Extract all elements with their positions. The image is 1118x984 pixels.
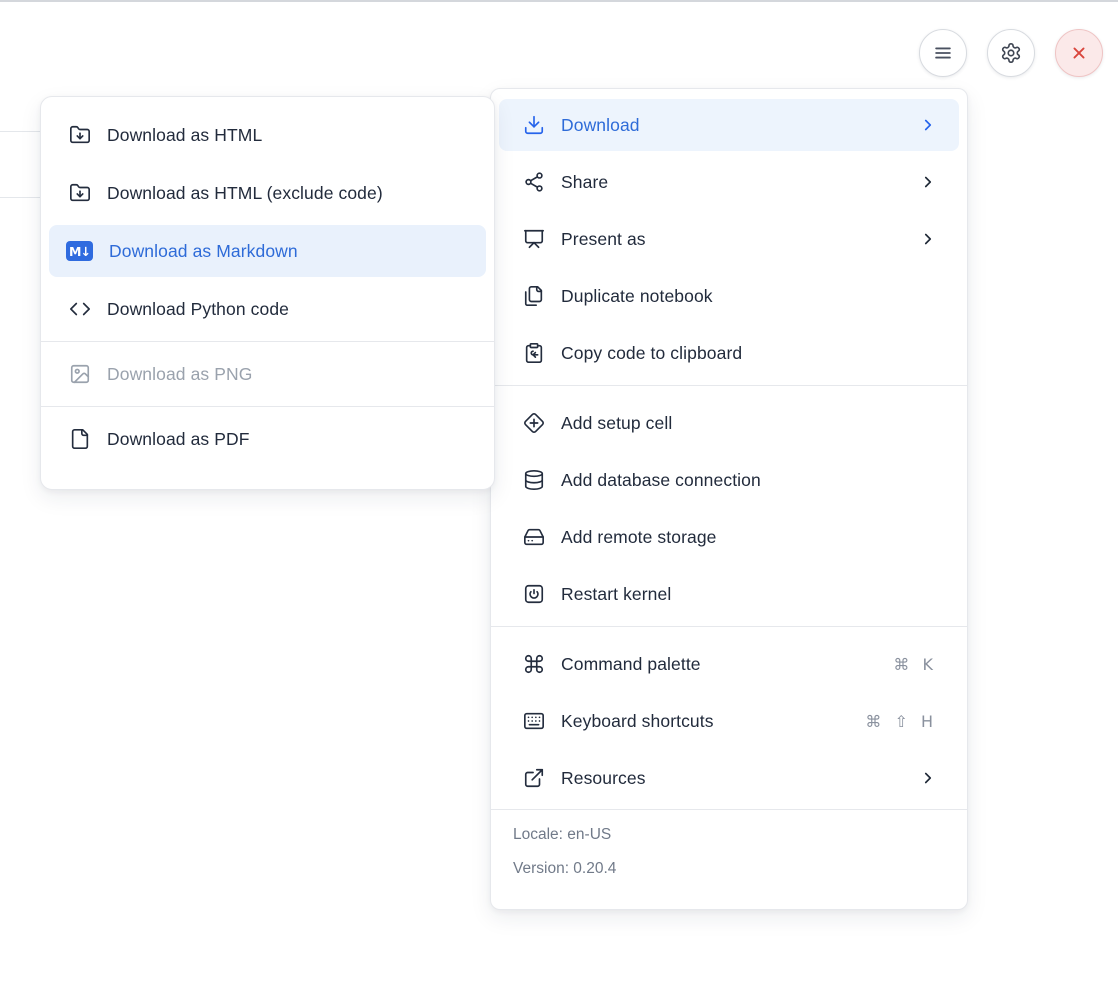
menu-item-duplicate-notebook[interactable]: Duplicate notebook bbox=[499, 270, 959, 322]
menu-separator bbox=[491, 385, 967, 386]
menu-item-command-palette[interactable]: Command palette ⌘ K bbox=[499, 638, 959, 690]
submenu-item-download-python-code[interactable]: Download Python code bbox=[49, 283, 486, 335]
clipboard-arrow-icon bbox=[523, 342, 545, 364]
markdown-download-icon: M↓ bbox=[66, 241, 93, 261]
chevron-right-icon bbox=[919, 116, 937, 134]
hamburger-icon bbox=[932, 42, 954, 64]
menu-item-keyboard-shortcuts[interactable]: Keyboard shortcuts ⌘ ⇧ H bbox=[499, 695, 959, 747]
menu-item-label: Command palette bbox=[561, 654, 893, 675]
submenu-item-label: Download as PNG bbox=[107, 364, 470, 385]
file-icon bbox=[69, 428, 91, 450]
notebook-menu-button[interactable] bbox=[919, 29, 967, 77]
download-submenu-panel: Download as HTML Download as HTML (exclu… bbox=[40, 96, 495, 490]
folder-down-icon bbox=[69, 124, 91, 146]
square-power-icon bbox=[523, 583, 545, 605]
menu-item-label: Add remote storage bbox=[561, 527, 937, 548]
menu-item-label: Present as bbox=[561, 229, 919, 250]
menu-item-restart-kernel[interactable]: Restart kernel bbox=[499, 568, 959, 620]
database-icon bbox=[523, 469, 545, 491]
menu-item-copy-code[interactable]: Copy code to clipboard bbox=[499, 327, 959, 379]
menu-item-label: Share bbox=[561, 172, 919, 193]
menu-item-label: Download bbox=[561, 115, 919, 136]
shortcut-hint: ⌘ ⇧ H bbox=[865, 712, 937, 731]
window-top-border bbox=[0, 0, 1118, 2]
submenu-item-download-markdown[interactable]: M↓ Download as Markdown bbox=[49, 225, 486, 277]
settings-button[interactable] bbox=[987, 29, 1035, 77]
menu-item-add-remote-storage[interactable]: Add remote storage bbox=[499, 511, 959, 563]
page-background-line bbox=[0, 131, 41, 132]
menu-footer: Locale: en-US Version: 0.20.4 bbox=[491, 809, 967, 886]
submenu-item-download-pdf[interactable]: Download as PDF bbox=[49, 413, 486, 465]
submenu-item-label: Download as PDF bbox=[107, 429, 470, 450]
presentation-icon bbox=[523, 228, 545, 250]
share-icon bbox=[523, 171, 545, 193]
menu-item-label: Resources bbox=[561, 768, 919, 789]
submenu-item-label: Download as HTML (exclude code) bbox=[107, 183, 470, 204]
code-icon bbox=[69, 298, 91, 320]
submenu-item-label: Download Python code bbox=[107, 299, 470, 320]
submenu-separator bbox=[41, 341, 494, 342]
submenu-item-download-html-exclude-code[interactable]: Download as HTML (exclude code) bbox=[49, 167, 486, 219]
menu-separator bbox=[491, 626, 967, 627]
menu-item-label: Add database connection bbox=[561, 470, 937, 491]
menu-item-add-database-connection[interactable]: Add database connection bbox=[499, 454, 959, 506]
submenu-item-label: Download as HTML bbox=[107, 125, 470, 146]
external-link-icon bbox=[523, 767, 545, 789]
menu-item-download[interactable]: Download bbox=[499, 99, 959, 151]
notebook-action-buttons bbox=[919, 29, 1103, 77]
submenu-item-download-png[interactable]: Download as PNG bbox=[49, 348, 486, 400]
menu-item-label: Duplicate notebook bbox=[561, 286, 937, 307]
submenu-separator bbox=[41, 406, 494, 407]
shutdown-button[interactable] bbox=[1055, 29, 1103, 77]
chevron-right-icon bbox=[919, 769, 937, 787]
command-icon bbox=[523, 653, 545, 675]
chevron-right-icon bbox=[919, 230, 937, 248]
notebook-menu-panel: Download Share Present as Duplicate note… bbox=[490, 88, 968, 910]
shortcut-hint: ⌘ K bbox=[893, 655, 937, 674]
hard-drive-icon bbox=[523, 526, 545, 548]
page-background-line bbox=[0, 197, 41, 198]
menu-item-label: Keyboard shortcuts bbox=[561, 711, 865, 732]
menu-item-label: Restart kernel bbox=[561, 584, 937, 605]
submenu-item-label: Download as Markdown bbox=[109, 241, 470, 262]
menu-item-add-setup-cell[interactable]: Add setup cell bbox=[499, 397, 959, 449]
menu-item-share[interactable]: Share bbox=[499, 156, 959, 208]
menu-item-label: Add setup cell bbox=[561, 413, 937, 434]
locale-text: Locale: en-US bbox=[513, 818, 945, 852]
diamond-plus-icon bbox=[523, 412, 545, 434]
keyboard-icon bbox=[523, 710, 545, 732]
files-icon bbox=[523, 285, 545, 307]
menu-item-resources[interactable]: Resources bbox=[499, 752, 959, 804]
chevron-right-icon bbox=[919, 173, 937, 191]
folder-down-icon bbox=[69, 182, 91, 204]
menu-item-label: Copy code to clipboard bbox=[561, 343, 937, 364]
version-text: Version: 0.20.4 bbox=[513, 852, 945, 886]
menu-item-present-as[interactable]: Present as bbox=[499, 213, 959, 265]
submenu-item-download-html[interactable]: Download as HTML bbox=[49, 109, 486, 161]
gear-icon bbox=[1000, 42, 1022, 64]
download-icon bbox=[523, 114, 545, 136]
image-icon bbox=[69, 363, 91, 385]
close-x-icon bbox=[1068, 42, 1090, 64]
